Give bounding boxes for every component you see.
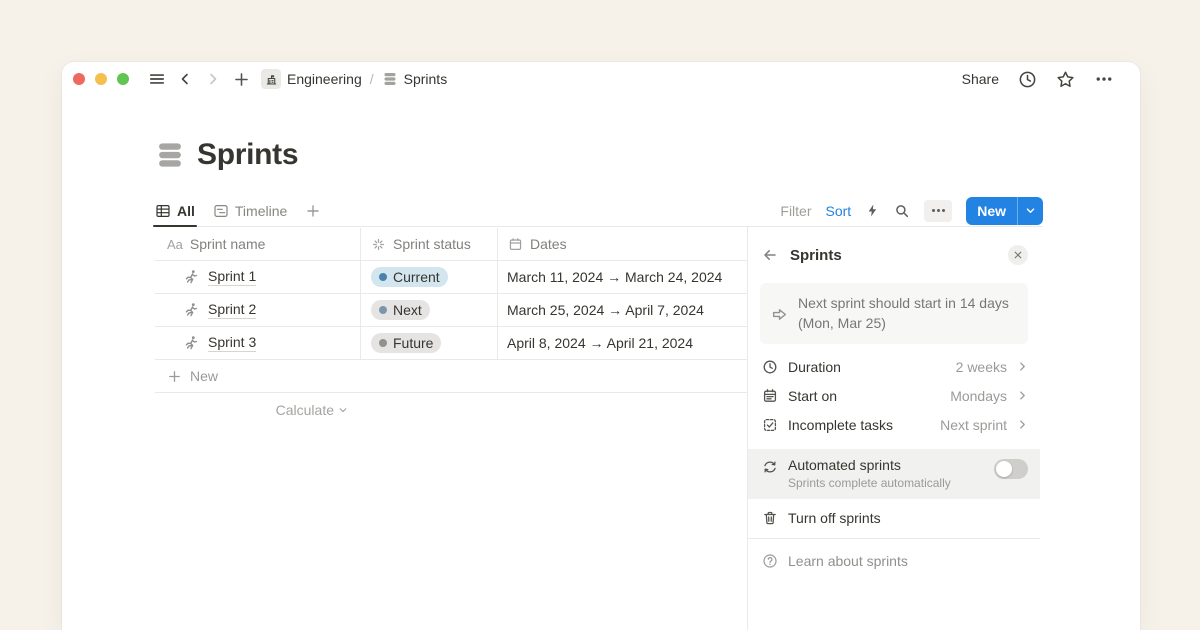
view-tabbar: All Timeline Filter Sort New xyxy=(155,195,1043,227)
notice-line-2: (Mon, Mar 25) xyxy=(798,314,1009,334)
close-window-button[interactable] xyxy=(73,73,85,85)
setting-value: 2 weeks xyxy=(956,359,1007,375)
sprints-table: Aa Sprint name Sprint status Dates xyxy=(155,228,747,418)
question-circle-icon xyxy=(762,553,778,569)
next-sprint-notice: Next sprint should start in 14 days (Mon… xyxy=(760,283,1028,344)
calendar-property-icon xyxy=(508,237,523,252)
runner-icon xyxy=(183,335,199,351)
automated-sprints-label: Automated sprints xyxy=(788,457,951,473)
calendar-icon xyxy=(762,388,778,404)
breadcrumb: Engineering / Sprints xyxy=(261,69,447,89)
sort-button[interactable]: Sort xyxy=(826,203,852,219)
setting-start-on[interactable]: Start on Mondays xyxy=(748,381,1040,410)
panel-close-icon[interactable] xyxy=(1008,245,1028,265)
page-title: Sprints xyxy=(197,138,298,172)
status-badge[interactable]: Future xyxy=(371,333,441,353)
setting-label: Start on xyxy=(788,388,837,404)
chevron-right-icon xyxy=(1017,419,1028,430)
traffic-lights xyxy=(73,73,129,85)
automated-sprints-toggle[interactable] xyxy=(994,459,1028,479)
tab-all[interactable]: All xyxy=(155,195,195,226)
setting-duration[interactable]: Duration 2 weeks xyxy=(748,352,1040,381)
database-icon xyxy=(382,71,398,87)
forward-navigation-icon[interactable] xyxy=(203,69,223,89)
dates-cell[interactable]: March 11, 2024 → March 24, 2024 xyxy=(497,261,747,293)
new-button[interactable]: New xyxy=(966,197,1043,225)
automated-sprints-row[interactable]: Automated sprints Sprints complete autom… xyxy=(748,449,1040,499)
dates-cell[interactable]: March 25, 2024 → April 7, 2024 xyxy=(497,294,747,326)
breadcrumb-separator: / xyxy=(370,71,374,87)
chevron-right-icon xyxy=(1017,390,1028,401)
trash-icon xyxy=(762,510,778,526)
checkbox-check-icon xyxy=(762,417,778,433)
status-property-icon xyxy=(371,237,386,252)
sprints-settings-panel: Sprints Next sprint should start in 14 d… xyxy=(748,227,1040,582)
status-badge[interactable]: Next xyxy=(371,300,430,320)
arrow-right-outline-icon xyxy=(771,295,788,333)
panel-section-divider xyxy=(748,538,1040,539)
page-database-icon xyxy=(155,140,185,170)
table-view-icon xyxy=(155,203,171,219)
runner-icon xyxy=(183,302,199,318)
panel-back-arrow-icon[interactable] xyxy=(762,247,778,263)
dates-cell[interactable]: April 8, 2024 → April 21, 2024 xyxy=(497,327,747,359)
filter-button[interactable]: Filter xyxy=(780,203,811,219)
setting-incomplete-tasks[interactable]: Incomplete tasks Next sprint xyxy=(748,410,1040,439)
breadcrumb-page[interactable]: Sprints xyxy=(404,71,448,87)
new-button-chevron-down-icon[interactable] xyxy=(1017,197,1043,225)
text-property-icon: Aa xyxy=(167,237,183,252)
sprint-row-title[interactable]: Sprint 1 xyxy=(208,268,256,286)
runner-icon xyxy=(183,269,199,285)
breadcrumb-workspace[interactable]: Engineering xyxy=(287,71,362,87)
view-options-button[interactable] xyxy=(924,200,952,222)
zoom-window-button[interactable] xyxy=(117,73,129,85)
timeline-view-icon xyxy=(213,203,229,219)
new-row-button[interactable]: New xyxy=(155,360,747,393)
automations-bolt-icon[interactable] xyxy=(865,203,880,218)
notice-line-1: Next sprint should start in 14 days xyxy=(798,294,1009,314)
calculate-button[interactable]: Calculate xyxy=(155,402,360,418)
column-header-dates[interactable]: Dates xyxy=(497,228,747,260)
sprint-row-title[interactable]: Sprint 3 xyxy=(208,334,256,352)
favorite-star-icon[interactable] xyxy=(1056,70,1075,89)
add-view-icon[interactable] xyxy=(305,203,321,219)
setting-value: Mondays xyxy=(950,388,1007,404)
chevron-down-icon xyxy=(338,405,348,415)
setting-value: Next sprint xyxy=(940,417,1007,433)
tab-all-label: All xyxy=(177,203,195,219)
more-options-icon[interactable] xyxy=(1094,69,1114,89)
plus-icon xyxy=(167,369,182,384)
table-row: Sprint 1 Current March 11, 2024 → March … xyxy=(155,261,747,294)
app-window: Engineering / Sprints Share Sprints xyxy=(62,62,1140,630)
search-icon[interactable] xyxy=(894,203,910,219)
workspace-building-icon xyxy=(261,69,281,89)
new-page-icon[interactable] xyxy=(231,69,251,89)
table-row: Sprint 3 Future April 8, 2024 → April 21… xyxy=(155,327,747,360)
table-header-row: Aa Sprint name Sprint status Dates xyxy=(155,228,747,261)
sprint-row-title[interactable]: Sprint 2 xyxy=(208,301,256,319)
repeat-icon xyxy=(762,459,778,475)
setting-label: Incomplete tasks xyxy=(788,417,893,433)
tab-timeline-label: Timeline xyxy=(235,203,287,219)
clock-icon xyxy=(762,359,778,375)
share-button[interactable]: Share xyxy=(962,71,999,87)
status-badge[interactable]: Current xyxy=(371,267,448,287)
setting-label: Duration xyxy=(788,359,841,375)
automated-sprints-description: Sprints complete automatically xyxy=(788,476,951,490)
column-header-sprint-status[interactable]: Sprint status xyxy=(360,228,497,260)
chevron-right-icon xyxy=(1017,361,1028,372)
learn-about-sprints-link[interactable]: Learn about sprints xyxy=(748,540,1040,582)
minimize-window-button[interactable] xyxy=(95,73,107,85)
new-button-label[interactable]: New xyxy=(966,197,1017,225)
tab-timeline[interactable]: Timeline xyxy=(213,195,287,226)
table-row: Sprint 2 Next March 25, 2024 → April 7, … xyxy=(155,294,747,327)
turn-off-sprints-button[interactable]: Turn off sprints xyxy=(748,499,1040,537)
updates-clock-icon[interactable] xyxy=(1018,70,1037,89)
sidebar-menu-icon[interactable] xyxy=(147,69,167,89)
back-navigation-icon[interactable] xyxy=(175,69,195,89)
panel-title: Sprints xyxy=(790,247,842,264)
column-header-sprint-name[interactable]: Aa Sprint name xyxy=(155,228,360,260)
window-topbar: Engineering / Sprints Share xyxy=(62,62,1140,96)
